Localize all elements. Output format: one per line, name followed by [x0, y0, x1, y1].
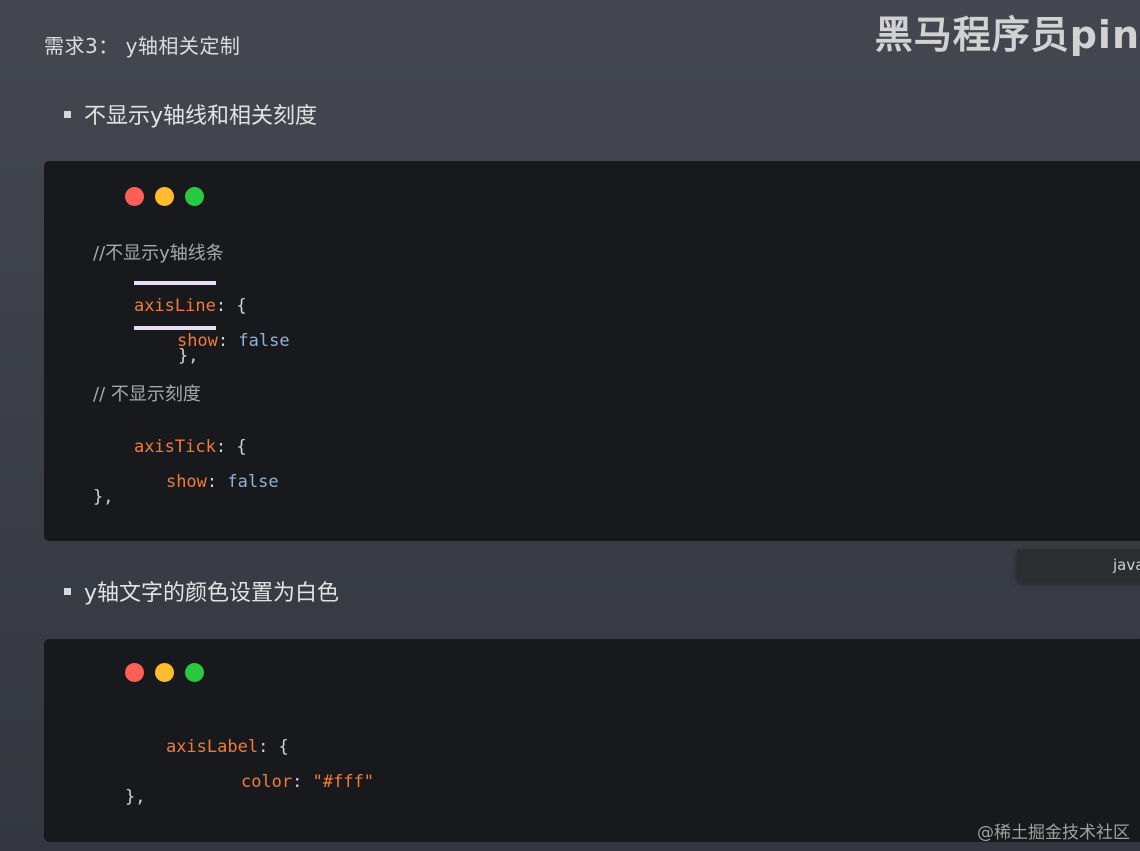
bullet-item-2: y轴文字的颜色设置为白色 [64, 575, 339, 607]
code-value-string: "#fff" [312, 772, 375, 792]
window-controls [125, 187, 204, 206]
code-key-show: show [165, 472, 207, 492]
code-block-2: axisLabel: { color: "#fff" }, [44, 639, 1140, 842]
code-close-brace: }, [93, 487, 114, 507]
bullet-dot-icon [64, 587, 71, 595]
footer-watermark: @稀土掘金技术社区 [977, 823, 1130, 843]
watermark-logo: 黑马程序员pin [874, 13, 1140, 57]
bullet-dot-icon [64, 110, 71, 118]
bullet-text: 不显示y轴线和相关刻度 [84, 104, 318, 129]
code-comment: // 不显示刻度 [93, 384, 201, 405]
code-close-brace: }, [125, 787, 146, 807]
code-line-show: show: false [165, 472, 279, 492]
bullet-text: y轴文字的颜色设置为白色 [84, 581, 340, 606]
code-value-false: false [227, 472, 279, 492]
close-dot-icon [125, 187, 144, 206]
code-line-color: color: "#fff" [240, 772, 375, 792]
code-close-brace: }, [178, 346, 199, 366]
code-value-false: false [238, 331, 290, 351]
code-key-color: color [240, 772, 293, 792]
bullet-item-1: 不显示y轴线和相关刻度 [64, 98, 317, 130]
section-heading: 需求3： y轴相关定制 [44, 34, 241, 58]
minimize-dot-icon [155, 187, 174, 206]
maximize-dot-icon [185, 663, 204, 682]
code-language-tag[interactable]: javascript [1017, 549, 1140, 581]
code-line-show: show: false [176, 331, 290, 351]
code-comment: //不显示y轴线条 [93, 243, 224, 264]
minimize-dot-icon [155, 663, 174, 682]
window-controls [125, 663, 204, 682]
code-block-1: //不显示y轴线条 axisLine: { show: false }, // … [44, 161, 1140, 541]
close-dot-icon [125, 663, 144, 682]
maximize-dot-icon [185, 187, 204, 206]
